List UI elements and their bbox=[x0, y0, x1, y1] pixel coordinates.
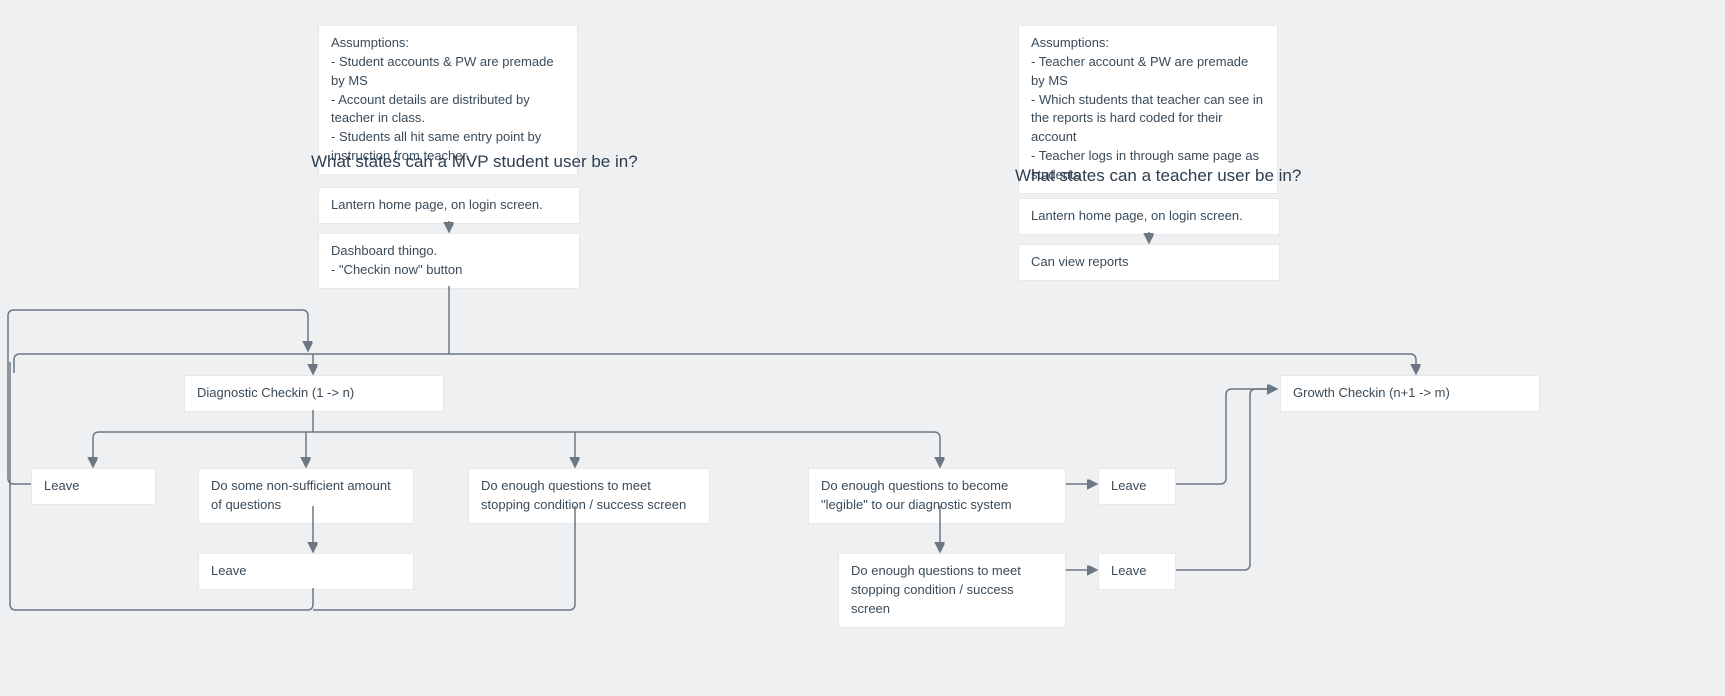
growth-checkin-box: Growth Checkin (n+1 -> m) bbox=[1280, 375, 1540, 412]
leave-3-box: Leave bbox=[1098, 468, 1176, 505]
diagnostic-checkin-box: Diagnostic Checkin (1 -> n) bbox=[184, 375, 444, 412]
student-login-box: Lantern home page, on login screen. bbox=[318, 187, 580, 224]
legible-box: Do enough questions to become "legible" … bbox=[808, 468, 1066, 524]
stopping-2-box: Do enough questions to meet stopping con… bbox=[838, 553, 1066, 628]
student-heading: What states can a MVP student user be in… bbox=[311, 152, 638, 172]
teacher-heading: What states can a teacher user be in? bbox=[1015, 166, 1301, 186]
leave-1-box: Leave bbox=[31, 468, 156, 505]
stopping-1-box: Do enough questions to meet stopping con… bbox=[468, 468, 710, 524]
leave-2-box: Leave bbox=[198, 553, 414, 590]
nonsufficient-box: Do some non-sufficient amount of questio… bbox=[198, 468, 414, 524]
leave-4-box: Leave bbox=[1098, 553, 1176, 590]
teacher-login-box: Lantern home page, on login screen. bbox=[1018, 198, 1280, 235]
flowchart-canvas: Assumptions: - Student accounts & PW are… bbox=[0, 0, 1725, 696]
teacher-reports-box: Can view reports bbox=[1018, 244, 1280, 281]
student-dashboard-box: Dashboard thingo. - "Checkin now" button bbox=[318, 233, 580, 289]
